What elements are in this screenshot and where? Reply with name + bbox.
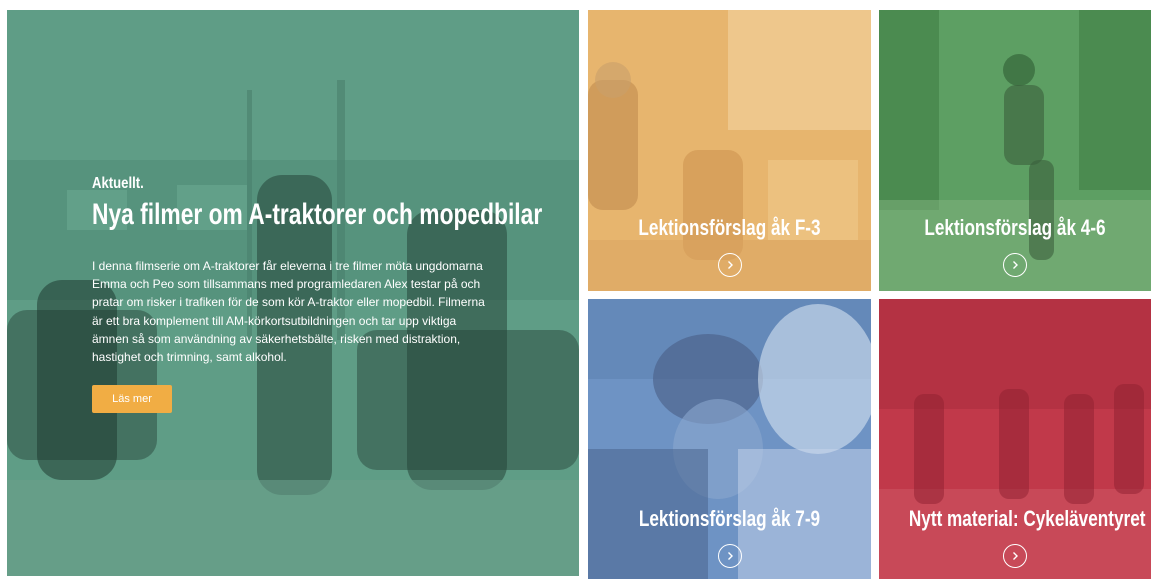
read-more-button[interactable]: Läs mer (92, 385, 172, 413)
chevron-right-circle-icon[interactable] (1003, 544, 1027, 568)
tile-new-material-cycling[interactable]: Nytt material: Cykeläventyret (879, 299, 1151, 579)
tile-lesson-7-9[interactable]: Lektionsförslag åk 7-9 (588, 299, 871, 579)
chevron-right-circle-icon[interactable] (717, 253, 742, 277)
tile-lesson-f3[interactable]: Lektionsförslag åk F-3 (588, 10, 871, 291)
chevron-right-circle-icon[interactable] (1003, 253, 1027, 277)
hero-description: I denna filmserie om A-traktorer får ele… (92, 259, 485, 365)
helmet-teens-image (588, 299, 871, 579)
tile-title: Nytt material: Cykeläventyret (908, 506, 1146, 531)
chevron-right-circle-icon[interactable] (717, 544, 742, 568)
hero-feature: Aktuellt. Nya filmer om A-traktorer och … (7, 10, 579, 576)
skateboarder-image (879, 10, 1151, 291)
tile-title: Lektionsförslag åk 4-6 (924, 215, 1106, 240)
tile-title: Lektionsförslag åk F-3 (638, 215, 821, 240)
hero-title: Nya filmer om A-traktorer och mopedbilar (92, 198, 543, 231)
classroom-image (588, 10, 871, 291)
hero-kicker: Aktuellt. (92, 175, 144, 192)
tile-lesson-4-6[interactable]: Lektionsförslag åk 4-6 (879, 10, 1151, 291)
tile-title: Lektionsförslag åk 7-9 (638, 506, 821, 531)
cyclists-image (879, 299, 1151, 579)
